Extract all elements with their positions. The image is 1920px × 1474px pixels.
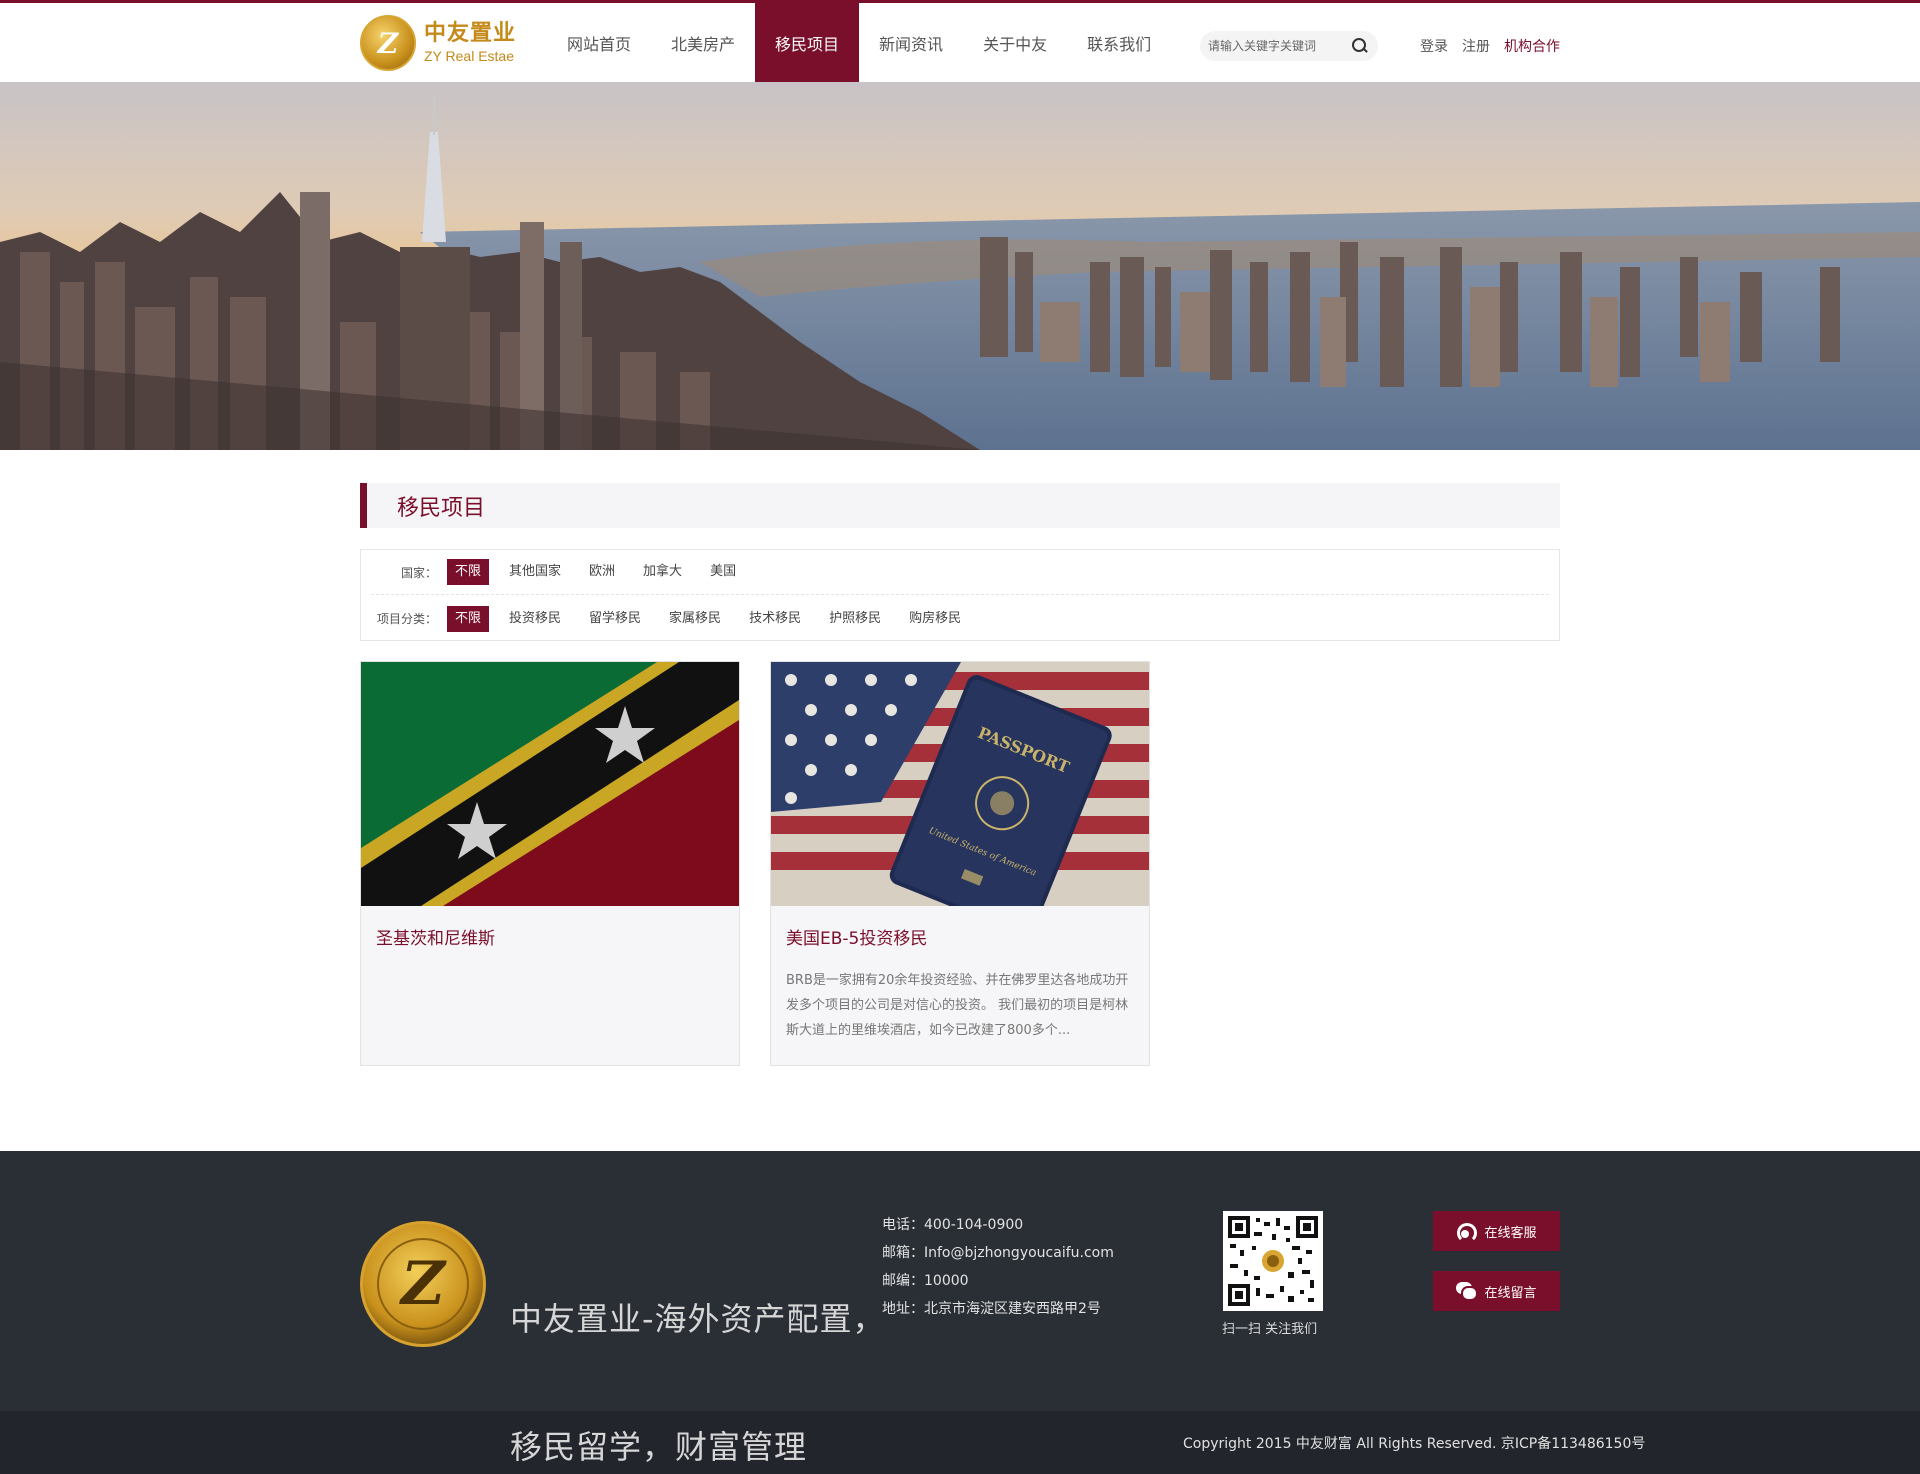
st-kitts-flag-icon: [361, 662, 739, 906]
nav-home[interactable]: 网站首页: [547, 3, 651, 82]
nav-contact[interactable]: 联系我们: [1067, 3, 1171, 82]
search-input[interactable]: [1208, 39, 1344, 53]
card-title[interactable]: 美国EB-5投资移民: [786, 924, 927, 949]
qr-code-icon: [1228, 1216, 1318, 1306]
card-title[interactable]: 圣基茨和尼维斯: [376, 924, 495, 949]
us-flag-passport-icon: PASSPORT United States of America: [771, 662, 1149, 906]
logo-cn: 中友置业: [424, 21, 517, 46]
filter-country-usa[interactable]: 美国: [702, 559, 744, 585]
logo-en: ZY Real Estae: [424, 48, 515, 64]
us-passport-image: PASSPORT United States of America: [771, 662, 1149, 906]
search-icon[interactable]: [1348, 35, 1370, 57]
filter-country-canada[interactable]: 加拿大: [635, 559, 690, 585]
footer-contact: 电话：400-104-0900 邮箱：Info@bjzhongyoucaifu.…: [882, 1211, 1114, 1323]
filter-category-family[interactable]: 家属移民: [661, 606, 729, 632]
footer-email[interactable]: 邮箱：Info@bjzhongyoucaifu.com: [882, 1239, 1114, 1267]
project-card-us-eb5[interactable]: PASSPORT United States of America 美国EB-5…: [770, 661, 1150, 1066]
qr-code: [1223, 1211, 1323, 1311]
filter-country-other[interactable]: 其他国家: [501, 559, 569, 585]
footer-slogan: 中友置业-海外资产配置，移民留学，财富管理: [510, 1300, 886, 1466]
filter-category-passport[interactable]: 护照移民: [821, 606, 889, 632]
filter-category-investment[interactable]: 投资移民: [501, 606, 569, 632]
filter-category-study[interactable]: 留学移民: [581, 606, 649, 632]
section-title: 移民项目: [360, 483, 1560, 528]
filter-country-europe[interactable]: 欧洲: [581, 559, 623, 585]
filter-panel: 国家： 不限 其他国家 欧洲 加拿大 美国 项目分类： 不限 投资移民 留学移民…: [360, 549, 1560, 641]
qr-caption: 扫一扫 关注我们: [1222, 1322, 1318, 1337]
nav-news[interactable]: 新闻资讯: [859, 3, 963, 82]
filter-country-all[interactable]: 不限: [447, 559, 490, 585]
filter-row-category: 项目分类： 不限 投资移民 留学移民 家属移民 技术移民 护照移民 购房移民: [371, 596, 1549, 641]
banner-city-skyline: [0, 82, 1920, 450]
chat-bubble-icon: [1456, 1282, 1477, 1300]
online-service-button[interactable]: 在线客服: [1433, 1211, 1560, 1251]
project-card-st-kitts[interactable]: 圣基茨和尼维斯: [360, 661, 740, 1066]
skyline-illustration: [0, 82, 1920, 450]
nav-about[interactable]: 关于中友: [963, 3, 1067, 82]
footer-logo-emblem-icon: [360, 1221, 486, 1347]
st-kitts-flag-image: [361, 662, 739, 906]
header: 中友置业 ZY Real Estae 网站首页 北美房产 移民项目 新闻资讯 关…: [0, 0, 1920, 82]
copyright: Copyright 2015 中友财富 All Rights Reserved.…: [1183, 1436, 1646, 1452]
filter-label-country: 国家：: [400, 565, 437, 580]
online-message-label: 在线留言: [1484, 1285, 1537, 1301]
filter-row-country: 国家： 不限 其他国家 欧洲 加拿大 美国: [371, 550, 1549, 595]
search-box: [1200, 31, 1378, 61]
card-desc: BRB是一家拥有20余年投资经验、并在佛罗里达各地成功开发多个项目的公司是对信心…: [786, 973, 1129, 1038]
online-service-label: 在线客服: [1484, 1225, 1537, 1241]
logo-text: 中友置业 ZY Real Estae: [424, 21, 516, 65]
footer-address: 地址：北京市海淀区建安西路甲2号: [882, 1301, 1101, 1317]
logo-emblem-icon: [360, 15, 416, 71]
main-nav: 网站首页 北美房产 移民项目 新闻资讯 关于中友 联系我们: [547, 3, 1171, 82]
user-links: 登录 注册 机构合作: [1420, 36, 1560, 56]
filter-category-property[interactable]: 购房移民: [901, 606, 969, 632]
filter-category-all[interactable]: 不限: [447, 605, 490, 632]
filter-label-category: 项目分类：: [376, 612, 437, 626]
logo[interactable]: 中友置业 ZY Real Estae: [360, 13, 530, 73]
nav-north-america-property[interactable]: 北美房产: [651, 3, 755, 82]
nav-immigration-projects[interactable]: 移民项目: [755, 3, 860, 82]
headset-icon: [1456, 1222, 1478, 1243]
partner-link[interactable]: 机构合作: [1504, 36, 1560, 56]
filter-category-skilled[interactable]: 技术移民: [741, 606, 809, 632]
register-link[interactable]: 注册: [1462, 36, 1490, 56]
login-link[interactable]: 登录: [1420, 36, 1448, 56]
online-message-button[interactable]: 在线留言: [1433, 1271, 1560, 1311]
footer-phone: 电话：400-104-0900: [882, 1217, 1024, 1233]
footer-zip: 邮编：10000: [882, 1273, 969, 1289]
